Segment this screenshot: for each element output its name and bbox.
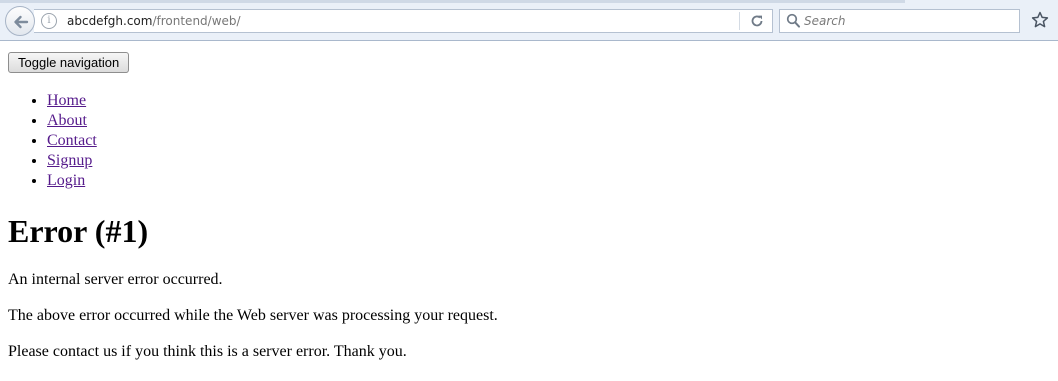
error-detail-message: The above error occurred while the Web s… [8, 307, 498, 324]
toolbar-top-border [0, 0, 905, 3]
address-text[interactable]: abcdefgh.com/frontend/web/ [67, 13, 241, 29]
back-button[interactable] [5, 6, 35, 36]
toggle-navigation-button[interactable]: Toggle navigation [8, 52, 130, 73]
nav-link-login[interactable]: Login [47, 172, 85, 189]
nav-list: Home About Contact Signup Login [0, 91, 97, 191]
nav-item-home: Home [47, 91, 97, 111]
back-arrow-icon [14, 15, 29, 29]
page-content: Toggle navigation Home About Contact Sig… [0, 41, 1058, 381]
error-title: Error (#1) [8, 213, 149, 249]
address-divider [739, 12, 740, 30]
star-icon[interactable] [1031, 11, 1049, 34]
search-icon [786, 13, 801, 34]
error-message: An internal server error occurred. [8, 271, 223, 288]
info-icon[interactable]: i [41, 13, 57, 29]
address-domain: abcdefgh.com [67, 14, 153, 28]
nav-item-signup: Signup [47, 151, 97, 171]
nav-item-contact: Contact [47, 131, 97, 151]
search-input[interactable] [804, 12, 1014, 30]
address-bar[interactable]: i abcdefgh.com/frontend/web/ [34, 9, 773, 33]
nav-link-contact[interactable]: Contact [47, 132, 97, 149]
nav-link-home[interactable]: Home [47, 92, 86, 109]
search-bar[interactable] [779, 9, 1020, 33]
address-path: /frontend/web/ [152, 14, 241, 28]
nav-item-login: Login [47, 171, 97, 191]
reload-icon[interactable] [749, 13, 765, 34]
nav-link-about[interactable]: About [47, 112, 87, 129]
nav-item-about: About [47, 111, 97, 131]
contact-message: Please contact us if you think this is a… [8, 343, 407, 360]
nav-link-signup[interactable]: Signup [47, 152, 92, 169]
browser-toolbar: i abcdefgh.com/frontend/web/ [0, 0, 1058, 41]
